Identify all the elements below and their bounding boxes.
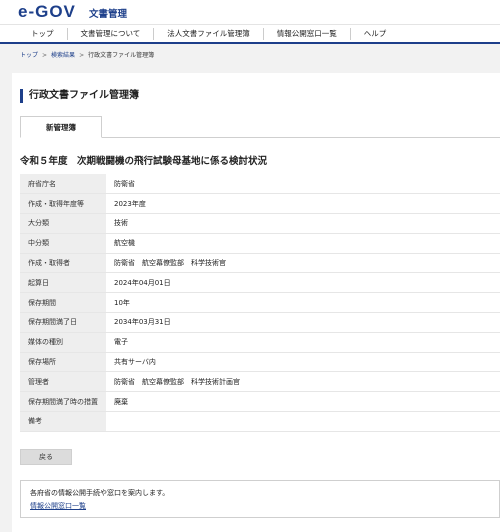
- back-button[interactable]: 戻る: [20, 449, 72, 465]
- nav-help[interactable]: ヘルプ: [349, 27, 400, 40]
- tab-new-register[interactable]: 新管理簿: [20, 116, 102, 138]
- table-row: 管理者 防衛省 航空幕僚監部 科学技術計画官: [20, 371, 500, 393]
- row-value: 防衛省 航空幕僚監部 科学技術官: [106, 253, 500, 274]
- row-key: 府省庁名: [20, 174, 106, 195]
- nav-top[interactable]: トップ: [0, 28, 67, 40]
- breadcrumb-home[interactable]: トップ: [20, 52, 38, 59]
- row-key: 大分類: [20, 213, 106, 234]
- row-value: 2023年度: [106, 193, 500, 215]
- row-key: 保存期間: [20, 292, 106, 314]
- row-value: 10年: [106, 292, 500, 314]
- row-key: 作成・取得年度等: [20, 193, 106, 215]
- site-header: e-GOV 文書管理: [0, 0, 500, 24]
- row-value: 廃棄: [106, 391, 500, 413]
- breadcrumb-current: 行政文書ファイル管理簿: [88, 52, 155, 59]
- disclosure-offices-link[interactable]: 情報公開窓口一覧: [30, 501, 490, 511]
- page-title: 行政文書ファイル管理簿: [20, 89, 139, 103]
- table-row: 府省庁名 防衛省: [20, 174, 500, 195]
- row-key: 作成・取得者: [20, 253, 106, 274]
- table-row: 保存期間 10年: [20, 292, 500, 314]
- content-card: 行政文書ファイル管理簿 新管理簿 令和５年度 次期戦闘機の飛行試験母基地に係る検…: [12, 73, 500, 532]
- table-row: 保存場所 共有サーバ内: [20, 352, 500, 373]
- breadcrumb-separator: >: [79, 52, 85, 59]
- nav-corporate-register[interactable]: 法人文書ファイル管理簿: [153, 27, 263, 40]
- row-key: 起算日: [20, 272, 106, 294]
- global-nav: トップ 文書管理について 法人文書ファイル管理簿 情報公開窓口一覧 ヘルプ: [0, 24, 500, 44]
- row-value: 航空機: [106, 233, 500, 254]
- row-key: 保存期間満了日: [20, 312, 106, 333]
- table-row: 作成・取得者 防衛省 航空幕僚監部 科学技術官: [20, 253, 500, 274]
- logo-subtitle: 文書管理: [89, 9, 128, 20]
- row-key: 管理者: [20, 371, 106, 393]
- row-value: 共有サーバ内: [106, 352, 500, 373]
- row-value: [106, 411, 500, 432]
- row-key: 保存期間満了時の措置: [20, 391, 106, 413]
- info-text: 各府省の情報公開手続や窓口を案内します。: [30, 489, 170, 497]
- row-key: 備考: [20, 411, 106, 432]
- breadcrumb-separator: >: [42, 52, 48, 59]
- info-box: 各府省の情報公開手続や窓口を案内します。 情報公開窓口一覧: [20, 480, 500, 518]
- table-row: 備考: [20, 411, 500, 432]
- table-row: 保存期間満了時の措置 廃棄: [20, 391, 500, 413]
- table-row: 起算日 2024年04月01日: [20, 272, 500, 294]
- row-key: 保存場所: [20, 352, 106, 373]
- detail-table: 府省庁名 防衛省 作成・取得年度等 2023年度 大分類 技術 中分類 航空機 作成・取…: [20, 174, 500, 432]
- row-value: 電子: [106, 332, 500, 353]
- row-key: 媒体の種別: [20, 332, 106, 353]
- table-row: 媒体の種別 電子: [20, 332, 500, 353]
- breadcrumb-results[interactable]: 検索結果: [51, 52, 75, 59]
- table-row: 中分類 航空機: [20, 233, 500, 254]
- nav-disclosure-offices[interactable]: 情報公開窓口一覧: [262, 27, 350, 40]
- table-row: 大分類 技術: [20, 213, 500, 234]
- row-value: 技術: [106, 213, 500, 234]
- egov-logo[interactable]: e-GOV: [18, 3, 76, 21]
- nav-about[interactable]: 文書管理について: [66, 27, 154, 40]
- row-key: 中分類: [20, 233, 106, 254]
- row-value: 2034年03月31日: [106, 312, 500, 333]
- table-row: 保存期間満了日 2034年03月31日: [20, 312, 500, 333]
- row-value: 防衛省 航空幕僚監部 科学技術計画官: [106, 371, 500, 393]
- document-title: 令和５年度 次期戦闘機の飛行試験母基地に係る検討状況: [20, 156, 268, 167]
- breadcrumb: トップ > 検索結果 > 行政文書ファイル管理簿: [20, 50, 154, 59]
- table-row: 作成・取得年度等 2023年度: [20, 193, 500, 215]
- row-value: 2024年04月01日: [106, 272, 500, 294]
- row-value: 防衛省: [106, 174, 500, 195]
